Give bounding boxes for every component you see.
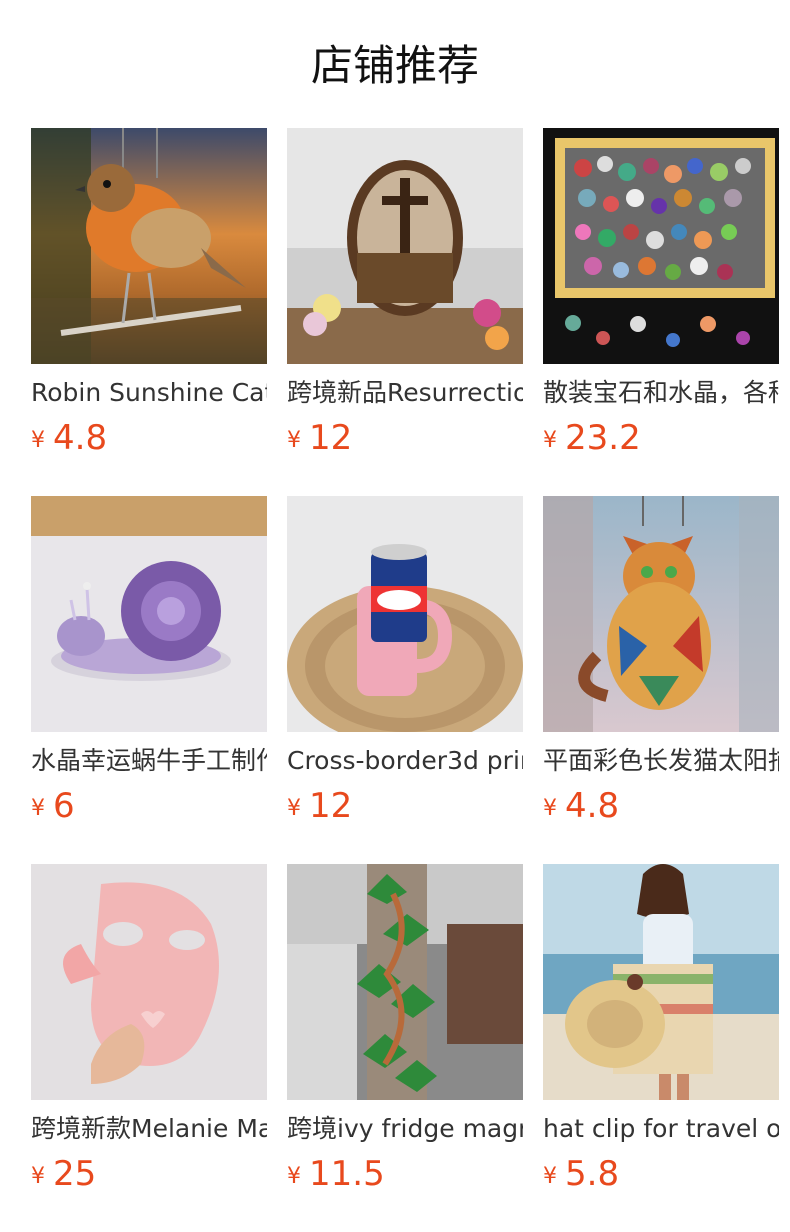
product-name: 平面彩色长发猫太阳捕 xyxy=(543,746,779,775)
product-price: ¥12 xyxy=(287,418,523,458)
product-card[interactable]: 散装宝石和水晶，各种 ¥23.2 xyxy=(543,128,779,458)
product-price: ¥11.5 xyxy=(287,1154,523,1194)
product-name: 水晶幸运蜗牛手工制作 xyxy=(31,746,267,775)
product-card[interactable]: Cross-border3d printed ¥12 xyxy=(287,496,523,826)
product-price: ¥23.2 xyxy=(543,418,779,458)
product-image-ivy-magnet[interactable] xyxy=(287,864,523,1100)
currency-symbol: ¥ xyxy=(543,1164,557,1189)
price-value: 12 xyxy=(309,418,353,458)
product-card[interactable]: 水晶幸运蜗牛手工制作 ¥6 xyxy=(31,496,267,826)
product-image-beach-hat-bag[interactable] xyxy=(543,864,779,1100)
currency-symbol: ¥ xyxy=(287,428,301,453)
price-value: 11.5 xyxy=(309,1154,385,1194)
product-price: ¥6 xyxy=(31,786,267,826)
product-name: 跨境新品Resurrection xyxy=(287,378,523,407)
product-name: 跨境ivy fridge magnet xyxy=(287,1114,523,1143)
price-value: 4.8 xyxy=(53,418,108,458)
currency-symbol: ¥ xyxy=(543,428,557,453)
product-name: hat clip for travel on bag xyxy=(543,1114,779,1143)
price-value: 23.2 xyxy=(565,418,641,458)
price-value: 25 xyxy=(53,1154,97,1194)
section-title: 店铺推荐 xyxy=(310,41,479,90)
product-price: ¥5.8 xyxy=(543,1154,779,1194)
product-card[interactable]: 跨境新款Melanie Martinez ¥25 xyxy=(31,864,267,1194)
currency-symbol: ¥ xyxy=(287,796,301,821)
product-name: 跨境新款Melanie Martinez xyxy=(31,1114,267,1143)
product-image-can-mug[interactable] xyxy=(287,496,523,732)
currency-symbol: ¥ xyxy=(31,428,45,453)
product-card[interactable]: Robin Sunshine Catcher ¥4.8 xyxy=(31,128,267,458)
product-image-snail[interactable] xyxy=(31,496,267,732)
product-price: ¥4.8 xyxy=(31,418,267,458)
product-card[interactable]: hat clip for travel on bag ¥5.8 xyxy=(543,864,779,1194)
product-image-gemstones[interactable] xyxy=(543,128,779,364)
product-card[interactable]: 跨境新品Resurrection ¥12 xyxy=(287,128,523,458)
price-value: 6 xyxy=(53,786,75,826)
product-name: Robin Sunshine Catcher xyxy=(31,378,267,407)
currency-symbol: ¥ xyxy=(31,1164,45,1189)
product-card[interactable]: 跨境ivy fridge magnet ¥11.5 xyxy=(287,864,523,1194)
price-value: 4.8 xyxy=(565,786,620,826)
product-name: 散装宝石和水晶，各种 xyxy=(543,378,779,407)
product-price: ¥4.8 xyxy=(543,786,779,826)
price-value: 5.8 xyxy=(565,1154,620,1194)
currency-symbol: ¥ xyxy=(543,796,557,821)
price-value: 12 xyxy=(309,786,353,826)
product-image-cross-ornament[interactable] xyxy=(287,128,523,364)
product-price: ¥12 xyxy=(287,786,523,826)
product-image-robin[interactable] xyxy=(31,128,267,364)
currency-symbol: ¥ xyxy=(31,796,45,821)
product-image-stained-glass-cat[interactable] xyxy=(543,496,779,732)
product-image-pink-mask[interactable] xyxy=(31,864,267,1100)
product-card[interactable]: 平面彩色长发猫太阳捕 ¥4.8 xyxy=(543,496,779,826)
product-name: Cross-border3d printed xyxy=(287,746,523,775)
product-price: ¥25 xyxy=(31,1154,267,1194)
currency-symbol: ¥ xyxy=(287,1164,301,1189)
